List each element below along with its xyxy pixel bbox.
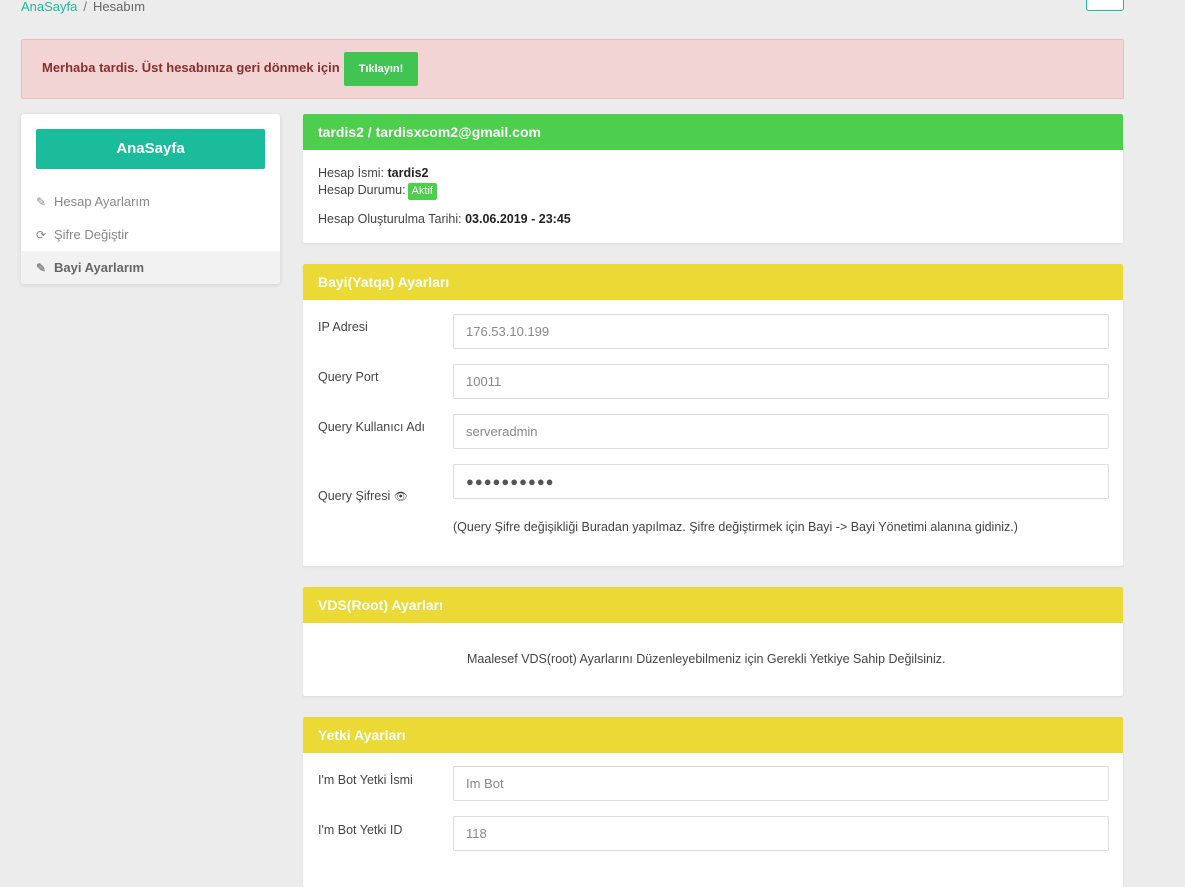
account-status-label: Hesap Durumu: <box>318 183 406 197</box>
query-password-label-wrap: Query Şifresi 👁 <box>318 489 408 503</box>
sidebar-item-account-settings[interactable]: ✎ Hesap Ayarlarım <box>21 185 280 218</box>
account-name-line: Hesap İsmi: tardis2 <box>318 166 428 180</box>
query-username-input[interactable] <box>453 414 1109 449</box>
reseller-header: Bayi(Yatqa) Ayarları <box>303 264 1123 300</box>
breadcrumb-home-link[interactable]: AnaSayfa <box>21 0 77 14</box>
refresh-icon: ⟳ <box>36 228 47 242</box>
reseller-settings-panel: Bayi(Yatqa) Ayarları IP Adresi Query Por… <box>303 264 1123 566</box>
query-password-label: Query Şifresi <box>318 489 391 503</box>
vds-permission-message: Maalesef VDS(root) Ayarlarını Düzenleyeb… <box>467 652 946 666</box>
sidebar-item-label: Bayi Ayarlarım <box>54 260 145 275</box>
permission-settings-panel: Yetki Ayarları I'm Bot Yetki İsmi I'm Bo… <box>303 717 1123 887</box>
top-right-button[interactable] <box>1086 0 1124 11</box>
bot-id-label: I'm Bot Yetki ID <box>318 823 403 837</box>
return-to-parent-button[interactable]: Tıklayın! <box>344 52 418 86</box>
breadcrumb: AnaSayfa / Hesabım <box>21 0 145 16</box>
edit-icon: ✎ <box>36 261 47 275</box>
query-password-input[interactable] <box>453 464 1109 499</box>
edit-icon: ✎ <box>36 195 47 209</box>
account-name-value: tardis2 <box>387 166 429 180</box>
permissions-header: Yetki Ayarları <box>303 717 1123 753</box>
sidebar-item-label: Şifre Değiştir <box>54 227 129 242</box>
account-name-label: Hesap İsmi: <box>318 166 384 180</box>
query-port-label: Query Port <box>318 370 379 384</box>
account-created-label: Hesap Oluşturulma Tarihi: <box>318 212 462 226</box>
breadcrumb-current: Hesabım <box>93 0 146 14</box>
account-header: tardis2 / tardisxcom2@gmail.com <box>303 114 1123 150</box>
bot-id-input[interactable] <box>453 816 1109 851</box>
eye-icon[interactable]: 👁 <box>394 491 408 503</box>
query-port-input[interactable] <box>453 364 1109 399</box>
account-created-line: Hesap Oluşturulma Tarihi: 03.06.2019 - 2… <box>318 212 571 226</box>
sidebar-item-label: Hesap Ayarlarım <box>54 194 150 209</box>
status-badge: Aktif <box>407 183 437 200</box>
bot-name-label: I'm Bot Yetki İsmi <box>318 773 413 787</box>
ip-address-label: IP Adresi <box>318 320 368 334</box>
sidebar-item-reseller-settings[interactable]: ✎ Bayi Ayarlarım <box>21 251 280 284</box>
vds-header: VDS(Root) Ayarları <box>303 587 1123 623</box>
account-status-line: Hesap Durumu: Aktif <box>318 183 437 200</box>
vds-settings-panel: VDS(Root) Ayarları Maalesef VDS(root) Ay… <box>303 587 1123 696</box>
account-created-value: 03.06.2019 - 23:45 <box>465 212 571 226</box>
bot-name-input[interactable] <box>453 766 1109 801</box>
password-note: (Query Şifre değişikliği Buradan yapılma… <box>453 520 1018 534</box>
breadcrumb-separator: / <box>83 0 87 14</box>
sidebar-item-change-password[interactable]: ⟳ Şifre Değiştir <box>21 218 280 251</box>
ip-address-input[interactable] <box>453 314 1109 349</box>
home-button[interactable]: AnaSayfa <box>36 129 265 169</box>
account-sidebar: AnaSayfa ✎ Hesap Ayarlarım ⟳ Şifre Değişti… <box>21 114 280 284</box>
query-username-label: Query Kullanıcı Adı <box>318 420 426 434</box>
impersonation-alert: Merhaba tardis. Üst hesabınıza geri dönm… <box>21 39 1124 99</box>
account-info-panel: tardis2 / tardisxcom2@gmail.com Hesap İs… <box>303 114 1123 243</box>
alert-text: Merhaba tardis. Üst hesabınıza geri dönm… <box>42 60 340 75</box>
